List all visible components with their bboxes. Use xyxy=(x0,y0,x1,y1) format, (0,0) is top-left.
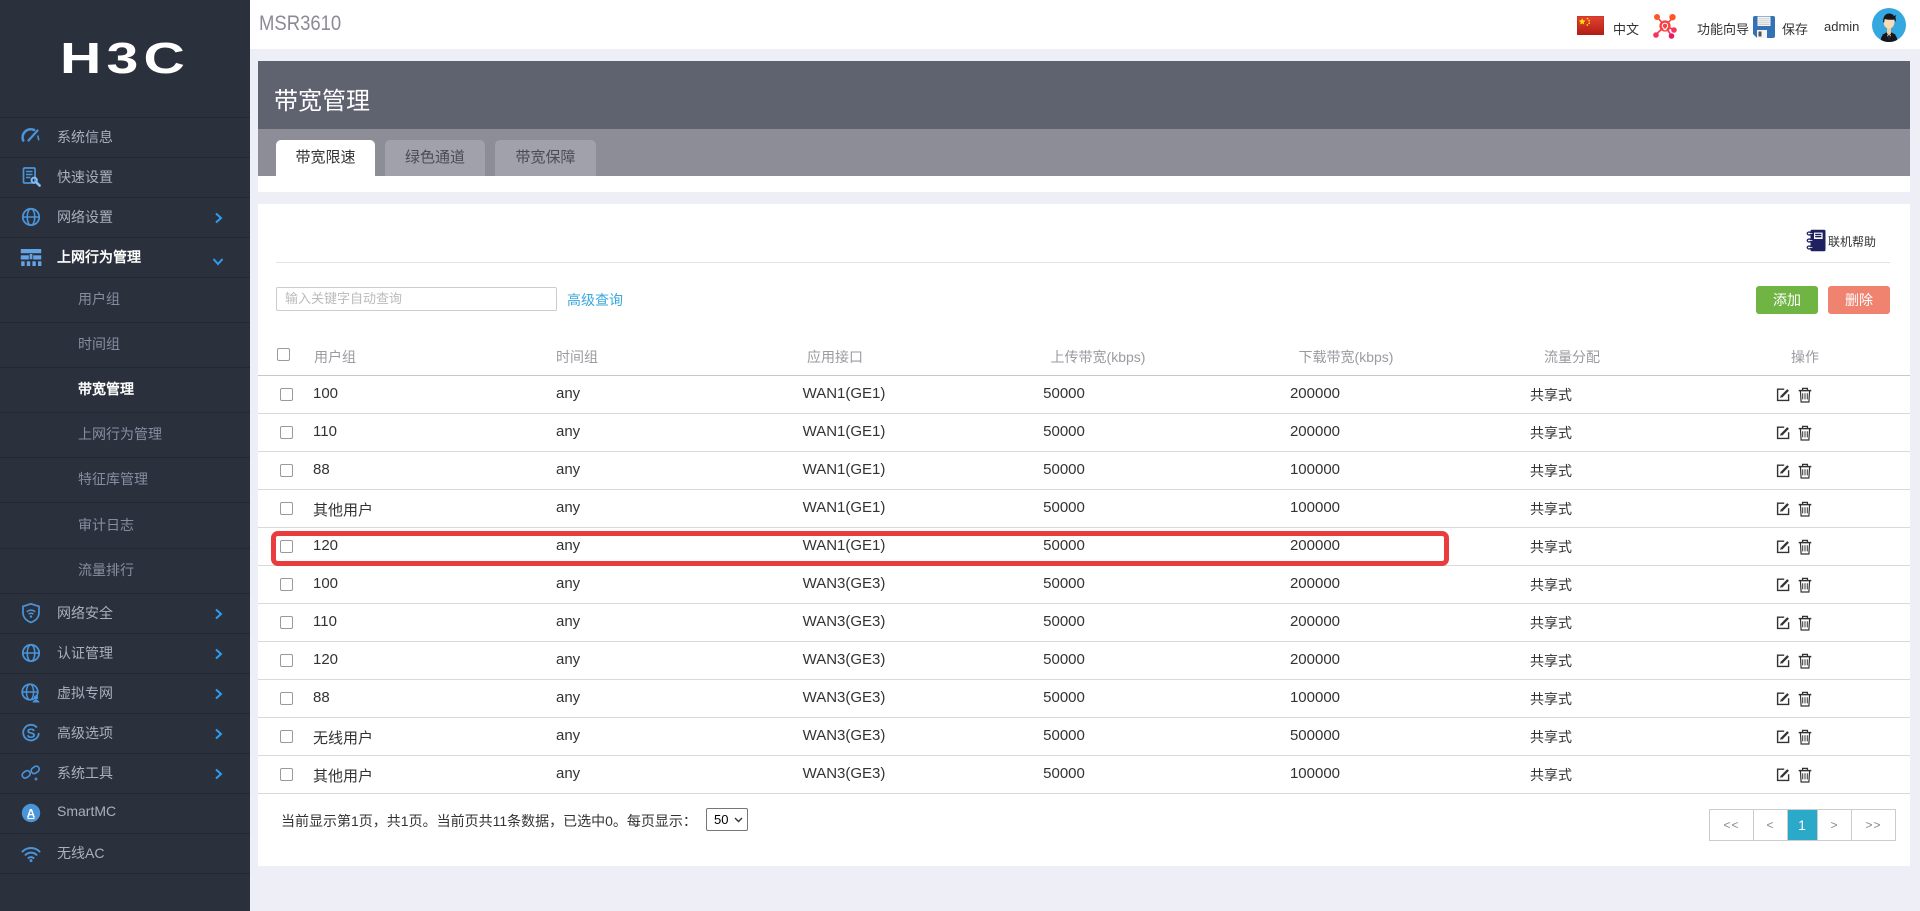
svg-text:S: S xyxy=(26,726,35,741)
